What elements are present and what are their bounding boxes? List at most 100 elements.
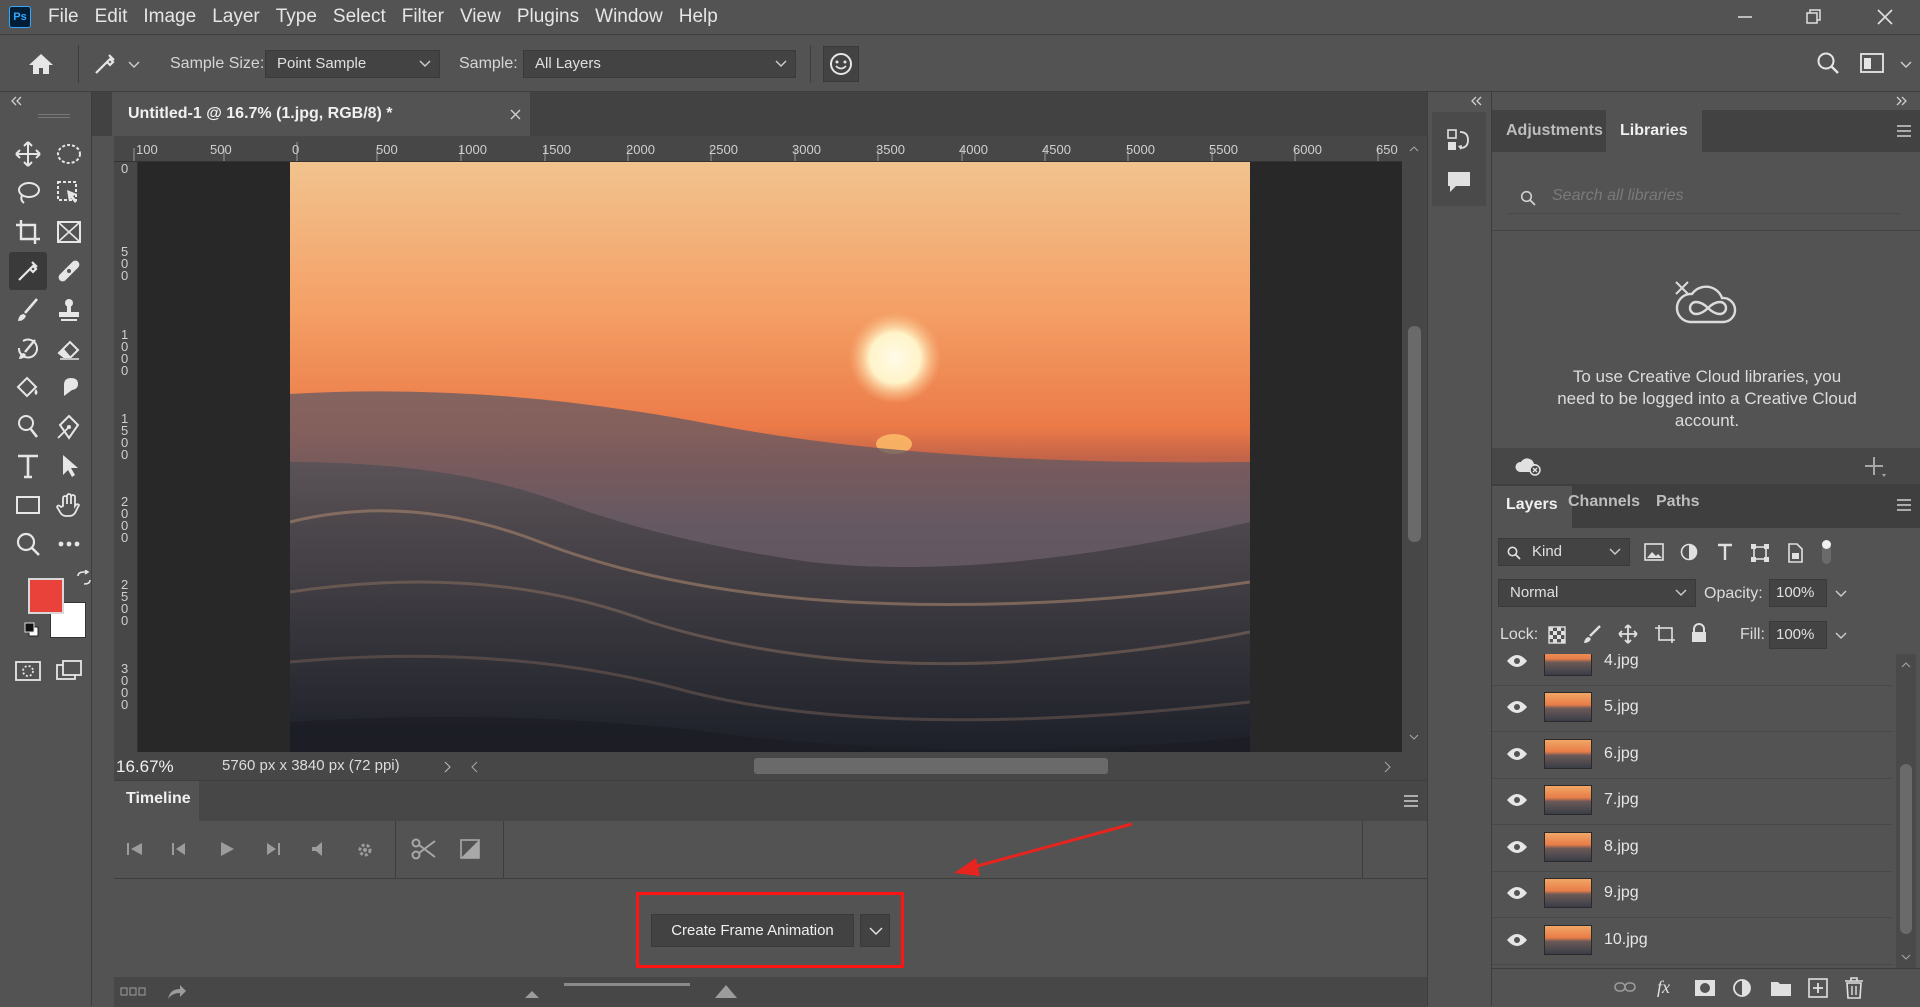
convert-arrow-icon[interactable] bbox=[166, 983, 188, 1001]
menu-type[interactable]: Type bbox=[276, 0, 317, 34]
hand-tool[interactable] bbox=[50, 486, 88, 524]
transition-icon[interactable] bbox=[460, 839, 480, 859]
menu-view[interactable]: View bbox=[460, 0, 501, 34]
first-frame-icon[interactable] bbox=[126, 841, 144, 857]
fill-input[interactable]: 100% bbox=[1769, 621, 1827, 649]
add-mask-icon[interactable] bbox=[1694, 979, 1716, 997]
tab-libraries[interactable]: Libraries bbox=[1606, 110, 1702, 152]
paint-bucket-tool[interactable] bbox=[9, 369, 47, 407]
tab-channels[interactable]: Channels bbox=[1554, 484, 1654, 526]
chevron-right-icon[interactable] bbox=[1384, 761, 1392, 773]
zoom-in-mountain-icon[interactable] bbox=[714, 983, 738, 999]
chevron-up-icon[interactable] bbox=[1901, 662, 1911, 668]
layer-row[interactable]: 8.jpg bbox=[1492, 826, 1892, 872]
swap-colors-button[interactable] bbox=[76, 570, 92, 586]
layer-filter-kind-select[interactable]: Kind bbox=[1498, 538, 1630, 566]
panel-menu-icon[interactable] bbox=[1896, 499, 1912, 511]
panel-menu-icon[interactable] bbox=[1896, 125, 1912, 137]
play-icon[interactable] bbox=[218, 841, 236, 857]
collapse-toolbar-icon[interactable] bbox=[10, 96, 22, 106]
scissors-icon[interactable] bbox=[411, 838, 437, 860]
default-colors-button[interactable] bbox=[24, 622, 40, 638]
visibility-eye-icon[interactable] bbox=[1506, 793, 1528, 807]
lasso-tool[interactable] bbox=[9, 174, 47, 212]
layer-row[interactable]: 7.jpg bbox=[1492, 779, 1892, 825]
restore-button[interactable] bbox=[1778, 0, 1848, 34]
new-group-folder-icon[interactable] bbox=[1770, 979, 1792, 997]
more-tools[interactable] bbox=[50, 525, 88, 563]
visibility-eye-icon[interactable] bbox=[1506, 654, 1528, 668]
type-tool[interactable] bbox=[9, 447, 47, 485]
home-button[interactable] bbox=[28, 53, 54, 75]
chevron-up-icon[interactable] bbox=[1409, 146, 1419, 152]
toolbar-grip[interactable] bbox=[38, 114, 70, 118]
blend-mode-select[interactable]: Normal bbox=[1498, 579, 1696, 607]
document-image[interactable] bbox=[290, 162, 1250, 752]
show-sampling-ring-button[interactable] bbox=[823, 46, 859, 82]
cloud-offline-icon[interactable] bbox=[1514, 456, 1542, 476]
document-tab[interactable]: Untitled-1 @ 16.7% (1.jpg, RGB/8) * bbox=[112, 92, 530, 136]
horizontal-scroll-thumb[interactable] bbox=[754, 758, 1108, 774]
close-window-button[interactable] bbox=[1850, 0, 1920, 34]
close-tab-icon[interactable] bbox=[510, 109, 521, 120]
pixel-layer-filter-icon[interactable] bbox=[1644, 543, 1664, 561]
settings-gear-icon[interactable] bbox=[356, 841, 374, 859]
foreground-color-swatch[interactable] bbox=[28, 578, 64, 614]
lock-transparent-pixels-icon[interactable] bbox=[1548, 626, 1566, 644]
layer-row[interactable]: 6.jpg bbox=[1492, 733, 1892, 779]
history-icon[interactable] bbox=[1446, 128, 1472, 154]
search-button[interactable] bbox=[1816, 51, 1840, 75]
menu-help[interactable]: Help bbox=[679, 0, 718, 34]
layers-scroll-thumb[interactable] bbox=[1900, 764, 1912, 934]
menu-select[interactable]: Select bbox=[333, 0, 386, 34]
lock-all-icon[interactable] bbox=[1690, 623, 1708, 643]
eyedropper-tool[interactable] bbox=[9, 252, 47, 290]
smart-object-filter-icon[interactable] bbox=[1786, 543, 1804, 563]
workspace-button[interactable] bbox=[1860, 53, 1886, 73]
timeline-zoom-slider[interactable] bbox=[564, 983, 690, 986]
layer-row[interactable]: 9.jpg bbox=[1492, 872, 1892, 918]
history-brush-tool[interactable] bbox=[9, 330, 47, 368]
layers-scrollbar[interactable] bbox=[1896, 654, 1916, 968]
workspace-dropdown[interactable] bbox=[1900, 61, 1912, 69]
previous-frame-icon[interactable] bbox=[170, 841, 188, 857]
screen-mode-button[interactable] bbox=[50, 652, 88, 690]
menu-layer[interactable]: Layer bbox=[212, 0, 260, 34]
smudge-tool[interactable] bbox=[50, 369, 88, 407]
add-icon[interactable] bbox=[1864, 456, 1888, 478]
visibility-eye-icon[interactable] bbox=[1506, 933, 1528, 947]
panel-menu-icon[interactable] bbox=[1403, 795, 1419, 807]
horizontal-ruler[interactable]: 100 500 0 500 1000 1500 2000 2500 3000 3… bbox=[114, 136, 1427, 162]
zoom-level[interactable]: 16.67% bbox=[116, 757, 174, 777]
sample-size-select[interactable]: Point Sample bbox=[265, 50, 440, 78]
link-layers-icon[interactable] bbox=[1614, 981, 1636, 993]
collapse-panels-icon[interactable] bbox=[1470, 96, 1482, 106]
new-adjustment-layer-icon[interactable] bbox=[1732, 978, 1754, 998]
filter-toggle-switch[interactable] bbox=[1822, 540, 1831, 564]
eraser-tool[interactable] bbox=[50, 330, 88, 368]
marquee-tool[interactable] bbox=[50, 135, 88, 173]
opacity-input[interactable]: 100% bbox=[1769, 579, 1827, 607]
expand-panels-icon[interactable] bbox=[1896, 96, 1908, 106]
frame-tool[interactable] bbox=[50, 213, 88, 251]
new-layer-icon[interactable] bbox=[1808, 978, 1828, 998]
layer-row[interactable]: 5.jpg bbox=[1492, 686, 1892, 732]
chevron-down-icon[interactable] bbox=[1835, 590, 1847, 598]
type-layer-filter-icon[interactable] bbox=[1716, 543, 1734, 561]
tab-paths[interactable]: Paths bbox=[1642, 484, 1714, 526]
horizontal-scrollbar[interactable] bbox=[466, 752, 1401, 780]
pen-tool[interactable] bbox=[50, 408, 88, 446]
lock-image-pixels-icon[interactable] bbox=[1582, 624, 1602, 644]
visibility-eye-icon[interactable] bbox=[1506, 747, 1528, 761]
zoom-tool[interactable] bbox=[9, 525, 47, 563]
chevron-left-icon[interactable] bbox=[470, 761, 478, 773]
fx-icon[interactable]: fx bbox=[1656, 977, 1680, 999]
brush-tool[interactable] bbox=[9, 291, 47, 329]
path-selection-tool[interactable] bbox=[50, 447, 88, 485]
lock-artboard-icon[interactable] bbox=[1654, 624, 1676, 644]
trash-icon[interactable] bbox=[1844, 977, 1864, 999]
quick-mask-button[interactable] bbox=[9, 652, 47, 690]
visibility-eye-icon[interactable] bbox=[1506, 886, 1528, 900]
vertical-scrollbar[interactable] bbox=[1402, 136, 1427, 752]
menu-file[interactable]: File bbox=[48, 0, 79, 34]
